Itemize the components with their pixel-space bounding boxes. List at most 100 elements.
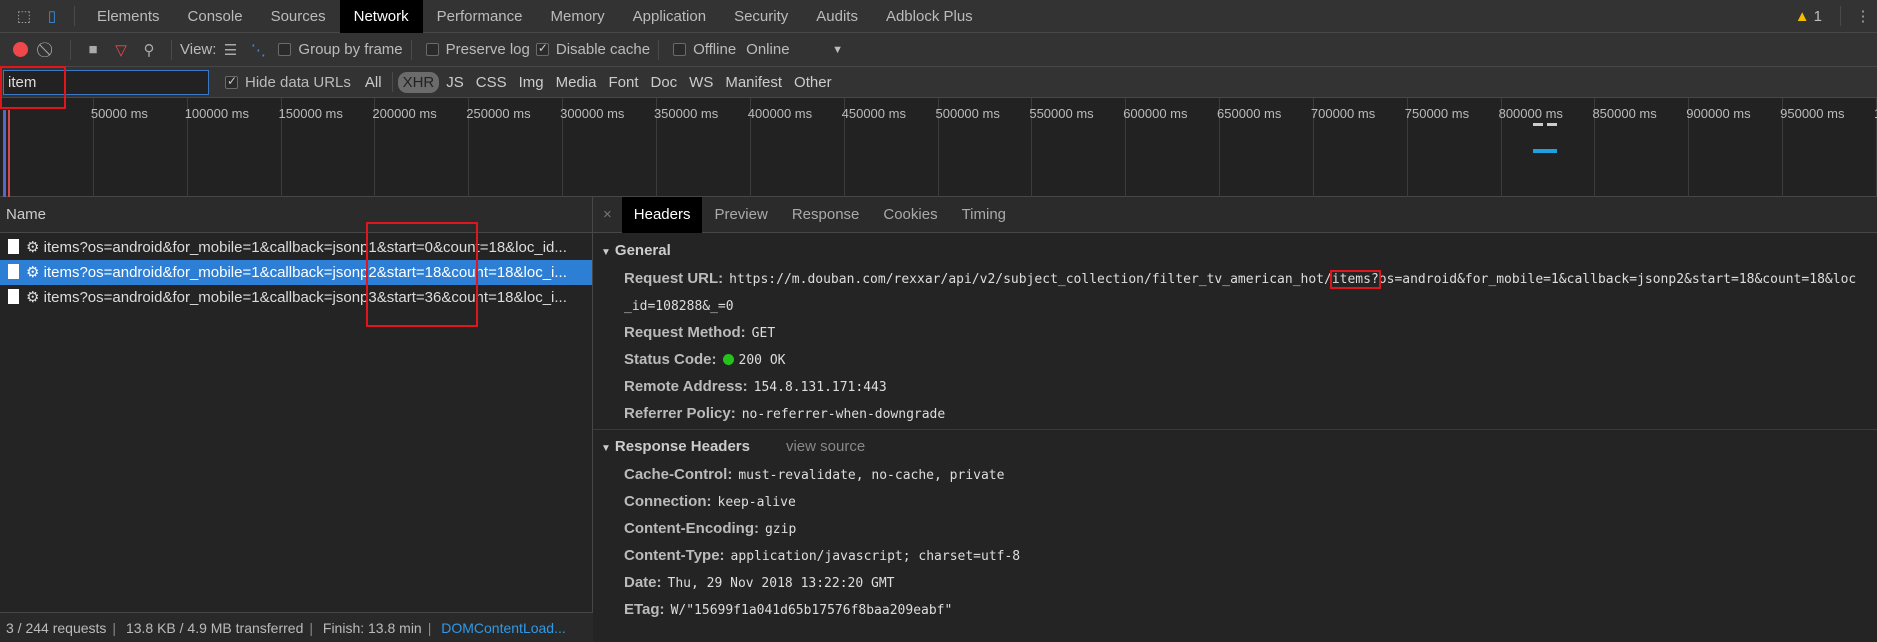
tab-memory[interactable]: Memory <box>537 0 619 33</box>
header-row: Date: Thu, 29 Nov 2018 13:22:20 GMT <box>593 569 1877 596</box>
hide-data-urls-label[interactable]: Hide data URLs <box>245 74 351 91</box>
triangle-down-icon: ▼ <box>601 443 611 454</box>
hide-data-urls-checkbox[interactable] <box>225 74 238 89</box>
close-icon[interactable]: × <box>593 206 622 223</box>
preserve-log-checkbox[interactable] <box>425 43 439 56</box>
filter-type-all[interactable]: All <box>360 72 387 93</box>
header-key: Content-Type: <box>624 547 725 564</box>
request-detail-panel: × Headers Preview Response Cookies Timin… <box>593 196 1877 642</box>
offline-checkbox[interactable] <box>673 43 687 56</box>
large-rows-icon[interactable]: ☰ <box>216 36 244 64</box>
filter-type-img[interactable]: Img <box>514 72 549 93</box>
tab-sources[interactable]: Sources <box>257 0 340 33</box>
tab-preview[interactable]: Preview <box>702 197 779 233</box>
request-url-row: Request URL: https://m.douban.com/rexxar/… <box>593 265 1877 292</box>
tab-adblock-plus[interactable]: Adblock Plus <box>872 0 987 33</box>
header-key: Request URL: <box>624 270 724 287</box>
gear-icon: ⚙ <box>26 264 44 281</box>
view-source-link[interactable]: view source <box>786 438 865 455</box>
group-by-frame-label[interactable]: Group by frame <box>298 41 402 58</box>
offline-label[interactable]: Offline <box>693 41 736 58</box>
chevron-down-icon[interactable]: ▼ <box>832 44 843 56</box>
file-icon <box>8 239 19 254</box>
tab-security[interactable]: Security <box>720 0 802 33</box>
screenshot-camera-icon[interactable]: ■ <box>79 36 107 64</box>
header-key: Connection: <box>624 493 712 510</box>
request-name: items?os=android&for_mobile=1&callback=j… <box>43 264 567 281</box>
request-row[interactable]: ⚙ items?os=android&for_mobile=1&callback… <box>0 285 592 310</box>
header-key: Referrer Policy: <box>624 405 736 422</box>
filter-type-font[interactable]: Font <box>603 72 643 93</box>
timeline-tick: 450000 ms <box>842 98 906 197</box>
response-headers-section-header[interactable]: ▼ Response Headers view source <box>593 433 1877 461</box>
name-column-header[interactable]: Name <box>0 197 592 233</box>
header-key: Content-Encoding: <box>624 520 759 537</box>
tab-network[interactable]: Network <box>339 0 423 33</box>
header-row: Referrer Policy: no-referrer-when-downgra… <box>593 400 1877 427</box>
header-key: ETag: <box>624 601 665 618</box>
timeline-tick: 150000 ms <box>279 98 343 197</box>
filter-type-xhr[interactable]: XHR <box>397 71 440 93</box>
timeline-tick: 750000 ms <box>1405 98 1469 197</box>
header-key: Date: <box>624 574 662 591</box>
tab-console[interactable]: Console <box>174 0 257 33</box>
request-row-selected[interactable]: ⚙ items?os=android&for_mobile=1&callback… <box>0 260 592 285</box>
filter-type-other[interactable]: Other <box>789 72 837 93</box>
dom-content-loaded-time[interactable]: DOMContentLoad... <box>441 620 566 636</box>
filter-type-css[interactable]: CSS <box>471 72 512 93</box>
request-list-panel: Name ⚙ items?os=android&for_mobile=1&cal… <box>0 197 593 612</box>
gear-icon: ⚙ <box>26 289 44 306</box>
filter-type-js[interactable]: JS <box>441 72 469 93</box>
timeline-tick: 50000 ms <box>91 98 148 197</box>
throttling-select[interactable]: Online <box>746 41 826 58</box>
search-icon[interactable]: ⚲ <box>135 36 163 64</box>
timeline-tick: 600000 ms <box>1123 98 1188 197</box>
divider <box>171 39 172 60</box>
url-highlight: items? <box>1329 270 1381 289</box>
tab-audits[interactable]: Audits <box>802 0 872 33</box>
tab-cookies[interactable]: Cookies <box>871 197 949 233</box>
divider <box>410 39 412 60</box>
warning-count[interactable]: 1 <box>1814 8 1822 25</box>
more-options-icon[interactable]: ⋮ <box>1849 2 1877 30</box>
filter-bar: Hide data URLs All XHR JS CSS Img Media … <box>0 67 1877 98</box>
timeline-overview[interactable]: 50000 ms 100000 ms 150000 ms 200000 ms 25000… <box>0 98 1877 197</box>
filter-input[interactable] <box>3 69 209 95</box>
filter-icon[interactable]: ▽ <box>107 36 135 64</box>
tab-timing[interactable]: Timing <box>950 197 1018 233</box>
file-icon <box>8 289 19 304</box>
disable-cache-checkbox[interactable] <box>535 41 549 56</box>
filter-type-ws[interactable]: WS <box>684 72 718 93</box>
timeline-tick: 250000 ms <box>466 98 531 197</box>
header-value: Thu, 29 Nov 2018 13:22:20 GMT <box>667 576 895 591</box>
header-row: Connection: keep-alive <box>593 488 1877 515</box>
tab-performance[interactable]: Performance <box>423 0 537 33</box>
preserve-log-label[interactable]: Preserve log <box>446 41 530 58</box>
timeline-tick: 950000 ms <box>1780 98 1844 197</box>
tab-response[interactable]: Response <box>780 197 872 233</box>
tab-application[interactable]: Application <box>619 0 720 33</box>
clear-icon[interactable]: ⃠ <box>34 36 62 64</box>
tab-elements[interactable]: Elements <box>83 0 174 33</box>
tab-headers[interactable]: Headers <box>621 196 703 233</box>
request-row[interactable]: ⚙ items?os=android&for_mobile=1&callback… <box>0 235 592 260</box>
filter-type-manifest[interactable]: Manifest <box>720 72 787 93</box>
timeline-tick: 350000 ms <box>654 98 718 197</box>
status-ok-icon <box>722 354 734 365</box>
header-key: Cache-Control: <box>624 466 733 483</box>
filter-type-doc[interactable]: Doc <box>645 72 682 93</box>
record-icon[interactable] <box>6 36 34 64</box>
divider <box>658 39 660 60</box>
filter-type-media[interactable]: Media <box>551 72 602 93</box>
header-value: GET <box>751 326 776 341</box>
url-suffix: os=android&for_mobile=1&callback=jsonp2&… <box>1378 272 1857 287</box>
device-toolbar-icon[interactable]: ▯ <box>38 2 66 30</box>
inspect-element-icon[interactable]: ⬚ <box>10 2 38 30</box>
warning-icon[interactable]: ▲ <box>1795 8 1810 25</box>
detail-tabs: × Headers Preview Response Cookies Timin… <box>593 196 1877 233</box>
waterfall-overview-icon[interactable]: ⋱ <box>244 36 272 64</box>
general-section-header[interactable]: ▼ General <box>593 237 1877 265</box>
divider <box>391 72 393 92</box>
group-by-frame-checkbox[interactable] <box>278 43 292 56</box>
disable-cache-label[interactable]: Disable cache <box>556 41 650 58</box>
